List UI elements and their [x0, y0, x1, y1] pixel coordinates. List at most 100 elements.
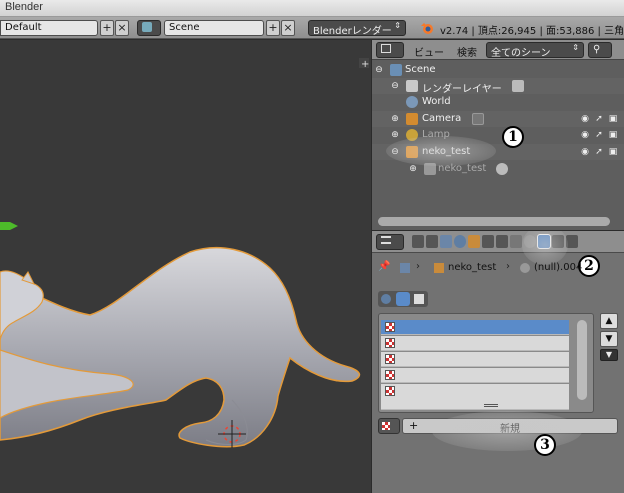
scene-stats: v2.74 | 頂点:26,945 | 面:53,886 | 三角面:53 [440, 26, 624, 37]
plus-icon: + [409, 419, 419, 432]
scene-icon [390, 64, 402, 76]
render-layer-icon [512, 80, 524, 92]
collapse-icon[interactable]: ⊖ [374, 65, 384, 75]
info-header: Default + × Scene + × Blenderレンダー ⇕ v2.7… [0, 17, 624, 39]
editor-type-button[interactable] [376, 42, 404, 58]
render-camera-icon[interactable]: ▣ [608, 114, 618, 124]
selectable-arrow-icon[interactable]: ➚ [594, 130, 604, 140]
outliner-scrollbar[interactable] [378, 217, 610, 226]
cat-model[interactable] [0, 246, 361, 448]
texture-slot[interactable] [381, 320, 569, 335]
search-filter-button[interactable]: ⚲ [588, 42, 612, 58]
scene-tab-icon[interactable] [440, 235, 452, 248]
expand-icon[interactable]: ⊕ [390, 114, 400, 124]
move-slot-up-button[interactable]: ▲ [600, 313, 618, 329]
render-engine-label: Blenderレンダー [313, 26, 392, 37]
editor-type-button[interactable] [376, 234, 404, 250]
texture-slot-icon [385, 354, 395, 364]
texture-slot[interactable] [381, 384, 569, 399]
visibility-eye-icon[interactable]: ◉ [580, 114, 590, 124]
texture-slot-list [378, 313, 594, 413]
outliner-row-camera[interactable]: ⊕ Camera ◉ ➚ ▣ [372, 111, 624, 127]
texture-context-buttons [378, 291, 428, 307]
render-tab-icon[interactable] [412, 235, 424, 248]
dropdown-arrows-icon: ⇕ [572, 43, 579, 52]
world-label: World [422, 96, 451, 107]
texture-icon [381, 421, 391, 431]
constraints-tab-icon[interactable] [482, 235, 494, 248]
data-tab-icon[interactable] [510, 235, 522, 248]
add-scene-button[interactable]: + [266, 20, 280, 36]
texture-slot[interactable] [381, 336, 569, 351]
texture-browse-button[interactable] [378, 418, 400, 434]
highlight-glow [432, 411, 582, 451]
viewport-canvas: + [0, 58, 369, 448]
object-icon [434, 263, 444, 273]
material-icon [520, 263, 530, 273]
properties-panel: 2 📌 › neko_test › (null).004 ▲ ▼ ▼ + 新規 [372, 231, 624, 493]
remove-scene-button[interactable]: × [281, 20, 295, 36]
camera-label: Camera [422, 113, 462, 124]
expand-icon[interactable]: ⊕ [390, 130, 400, 140]
texture-slot[interactable] [381, 352, 569, 367]
chevron-right-icon: › [416, 261, 420, 272]
area-split-widget-icon[interactable]: + [359, 58, 369, 70]
move-slot-down-button[interactable]: ▼ [600, 331, 618, 347]
scene-icon [142, 22, 152, 32]
search-icon: ⚲ [593, 44, 601, 55]
outliner-row-scene[interactable]: ⊖ Scene [372, 62, 624, 78]
menu-search[interactable]: 検索 [457, 44, 477, 59]
scene-selector-button[interactable] [137, 20, 161, 36]
render-camera-icon[interactable]: ▣ [608, 147, 618, 157]
collapse-icon[interactable]: ⊖ [390, 81, 400, 91]
texture-slot[interactable] [381, 398, 569, 410]
world-tab-icon[interactable] [454, 235, 466, 248]
remove-layout-button[interactable]: × [115, 20, 129, 36]
texture-slot[interactable] [381, 368, 569, 383]
3d-viewport[interactable]: + [0, 40, 371, 493]
screen-layout-field[interactable]: Default [0, 20, 98, 36]
selectable-arrow-icon[interactable]: ➚ [594, 114, 604, 124]
outliner-icon [381, 44, 391, 53]
material-texture-icon[interactable] [396, 292, 410, 306]
dropdown-arrows-icon: ⇕ [394, 21, 401, 30]
annotation-badge-1: 1 [502, 126, 524, 148]
pin-icon[interactable]: 📌 [378, 261, 390, 272]
texture-slot-icon [385, 370, 395, 380]
visibility-eye-icon[interactable]: ◉ [580, 130, 590, 140]
slot-specials-button[interactable]: ▼ [600, 349, 618, 361]
breadcrumb-material: (null).004 [534, 262, 583, 273]
visibility-eye-icon[interactable]: ◉ [580, 147, 590, 157]
menu-view[interactable]: ビュー [414, 44, 444, 59]
window-title-bar: Blender [0, 0, 624, 17]
properties-icon [381, 236, 391, 244]
camera-object-icon [406, 113, 418, 125]
highlight-glow [522, 231, 568, 265]
list-scrollbar[interactable] [577, 320, 587, 400]
add-layout-button[interactable]: + [100, 20, 114, 36]
chevron-right-icon: › [506, 261, 510, 272]
window-title: Blender [5, 1, 43, 13]
modifiers-tab-icon[interactable] [496, 235, 508, 248]
outliner-row-world[interactable]: World [372, 94, 624, 110]
render-layers-tab-icon[interactable] [426, 235, 438, 248]
texture-slot-icon [385, 338, 395, 348]
render-engine-dropdown[interactable]: Blenderレンダー ⇕ [308, 20, 406, 37]
scene-field[interactable]: Scene [164, 20, 264, 36]
texture-icon[interactable] [414, 294, 424, 304]
breadcrumb: 📌 › neko_test › (null).004 [378, 261, 582, 277]
selectable-arrow-icon[interactable]: ➚ [594, 147, 604, 157]
scene-icon [400, 263, 410, 273]
scene-label: Scene [405, 64, 436, 75]
svg-text:+: + [361, 59, 369, 70]
expand-icon[interactable]: ⊕ [408, 164, 418, 174]
object-tab-icon[interactable] [468, 235, 480, 248]
outliner-row-render-layers[interactable]: ⊖ レンダーレイヤー [372, 78, 624, 95]
render-layers-icon [406, 80, 418, 92]
render-camera-icon[interactable]: ▣ [608, 130, 618, 140]
outliner-header: ビュー 検索 全てのシーン ⇕ ⚲ [372, 40, 624, 60]
axis-indicator-icon [0, 222, 18, 230]
display-mode-dropdown[interactable]: 全てのシーン ⇕ [486, 42, 584, 59]
list-resize-grip[interactable] [484, 404, 498, 407]
world-texture-icon[interactable] [381, 294, 391, 304]
